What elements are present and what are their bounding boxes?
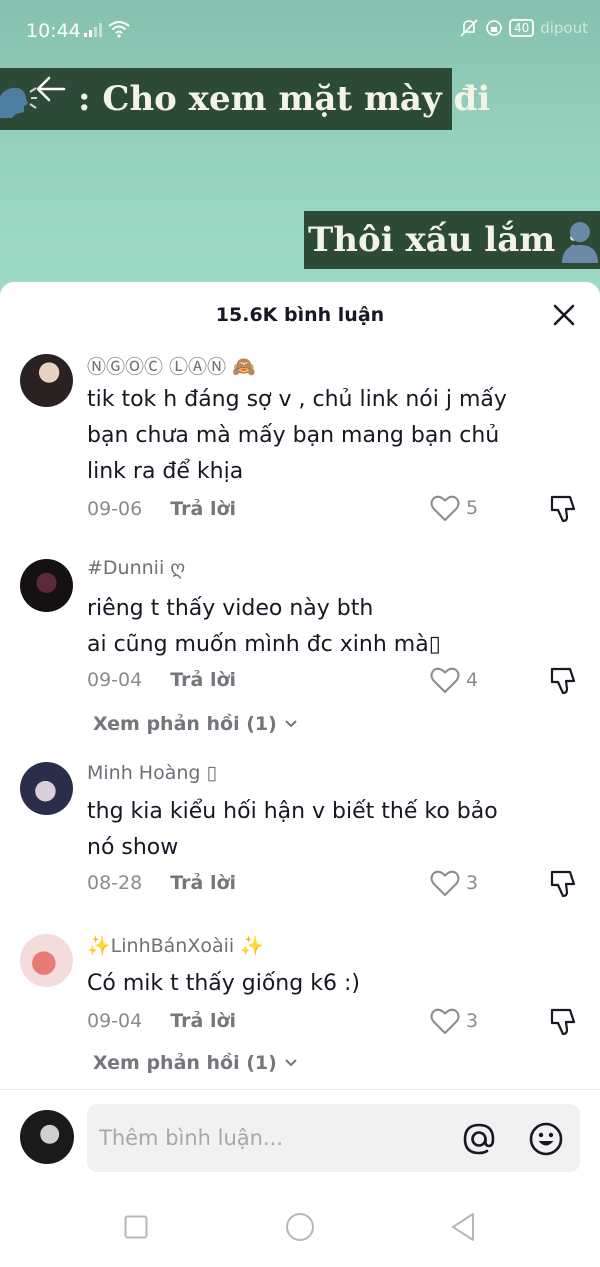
lock-icon — [486, 20, 502, 36]
system-nav-bar — [0, 1190, 600, 1267]
like-button[interactable]: 5 — [430, 493, 500, 523]
nav-square-icon[interactable] — [124, 1215, 148, 1239]
signal-icon — [84, 23, 102, 37]
comment-date: 09-04 — [87, 1010, 143, 1032]
comment-item: Minh Hoàng ▯ thg kia kiểu hối hận v biết… — [0, 762, 600, 902]
emoji-icon[interactable] — [527, 1120, 565, 1158]
like-button[interactable]: 3 — [430, 1006, 500, 1036]
comment-item: ⓃⒼⓄⒸ ⓁⒶⓃ 🙈 tik tok h đáng sợ v , chủ lin… — [0, 352, 600, 532]
view-replies-button[interactable]: Xem phản hồi (1) — [93, 1052, 299, 1074]
reply-button[interactable]: Trả lời — [170, 498, 236, 520]
reply-button[interactable]: Trả lời — [170, 872, 236, 894]
status-time: 10:44 — [26, 20, 81, 42]
nav-back-icon[interactable] — [450, 1212, 476, 1242]
reply-button[interactable]: Trả lời — [170, 1010, 236, 1032]
heart-icon — [430, 495, 460, 521]
comment-input-box[interactable] — [87, 1104, 580, 1172]
video-caption-2: Thôi xấu lắm : — [304, 211, 600, 269]
wifi-icon — [108, 21, 130, 38]
heart-icon — [430, 870, 460, 896]
avatar[interactable] — [20, 762, 73, 815]
comment-text: thg kia kiểu hối hận v biết thế ko bảo n… — [87, 799, 498, 860]
dislike-icon[interactable] — [548, 868, 578, 898]
status-right: 40 dipout — [459, 18, 588, 38]
comment-meta: 09-04 Trả lời — [87, 669, 236, 691]
view-replies-label: Xem phản hồi (1) — [93, 713, 277, 735]
sheet-header: 15.6K bình luận — [0, 282, 600, 350]
chevron-down-icon — [285, 1059, 298, 1067]
input-divider — [0, 1089, 600, 1090]
comment-date: 09-04 — [87, 669, 143, 691]
avatar[interactable] — [20, 559, 73, 612]
comment-meta: 09-06 Trả lời — [87, 498, 236, 520]
dislike-icon[interactable] — [548, 665, 578, 695]
chevron-down-icon — [285, 720, 298, 728]
self-avatar — [20, 1110, 74, 1164]
nav-circle-icon[interactable] — [285, 1212, 315, 1242]
comment-text: Có mik t thấy giống k6 :) — [87, 971, 360, 996]
back-arrow-icon[interactable] — [34, 72, 68, 106]
heart-icon — [430, 667, 460, 693]
comment-username[interactable]: ✨LinhBánXoàii ✨ — [87, 934, 264, 957]
heart-icon — [430, 1008, 460, 1034]
battery-level: 40 — [508, 19, 535, 37]
like-button[interactable]: 3 — [430, 868, 500, 898]
caption-1-text: : Cho xem mặt mày đi — [78, 79, 491, 119]
close-icon[interactable] — [548, 299, 580, 331]
status-bar: 10:44 40 dipout — [0, 0, 600, 60]
like-count: 3 — [466, 872, 479, 894]
reply-button[interactable]: Trả lời — [170, 669, 236, 691]
like-count: 5 — [466, 497, 479, 519]
watermark: dipout — [540, 19, 588, 37]
avatar[interactable] — [20, 934, 73, 987]
at-icon[interactable] — [460, 1120, 498, 1158]
view-replies-label: Xem phản hồi (1) — [93, 1052, 277, 1074]
comment-text: tik tok h đáng sợ v , chủ link nói j mấy… — [87, 387, 507, 484]
comment-username[interactable]: #Dunnii ღ — [87, 557, 185, 579]
like-button[interactable]: 4 — [430, 665, 500, 695]
like-count: 4 — [466, 669, 479, 691]
avatar[interactable] — [20, 354, 73, 407]
speaker-emoji — [0, 87, 37, 118]
comment-meta: 08-28 Trả lời — [87, 872, 236, 894]
comment-meta: 09-04 Trả lời — [87, 1010, 236, 1032]
comment-date: 08-28 — [87, 872, 143, 894]
person-silhouette-emoji — [562, 222, 598, 263]
comment-input-bar — [0, 1092, 600, 1172]
comment-item: #Dunnii ღ riêng t thấy video này bth ai … — [0, 557, 600, 737]
comment-item: ✨LinhBánXoàii ✨ Có mik t thấy giống k6 :… — [0, 932, 600, 1082]
comment-input[interactable] — [99, 1116, 439, 1160]
comment-text: riêng t thấy video này bth ai cũng muốn … — [87, 596, 441, 657]
comment-count: 15.6K bình luận — [215, 304, 385, 326]
like-count: 3 — [466, 1010, 479, 1032]
view-replies-button[interactable]: Xem phản hồi (1) — [93, 713, 299, 735]
comment-date: 09-06 — [87, 498, 143, 520]
comment-username[interactable]: Minh Hoàng ▯ — [87, 762, 217, 784]
comment-username[interactable]: ⓃⒼⓄⒸ ⓁⒶⓃ 🙈 — [87, 352, 256, 379]
caption-2-text: Thôi xấu lắm : — [308, 220, 580, 260]
dislike-icon[interactable] — [548, 1006, 578, 1036]
mute-icon — [460, 19, 478, 37]
comments-sheet: 15.6K bình luận ⓃⒼⓄⒸ ⓁⒶⓃ 🙈 tik tok h đán… — [0, 282, 600, 1267]
dislike-icon[interactable] — [548, 493, 578, 523]
